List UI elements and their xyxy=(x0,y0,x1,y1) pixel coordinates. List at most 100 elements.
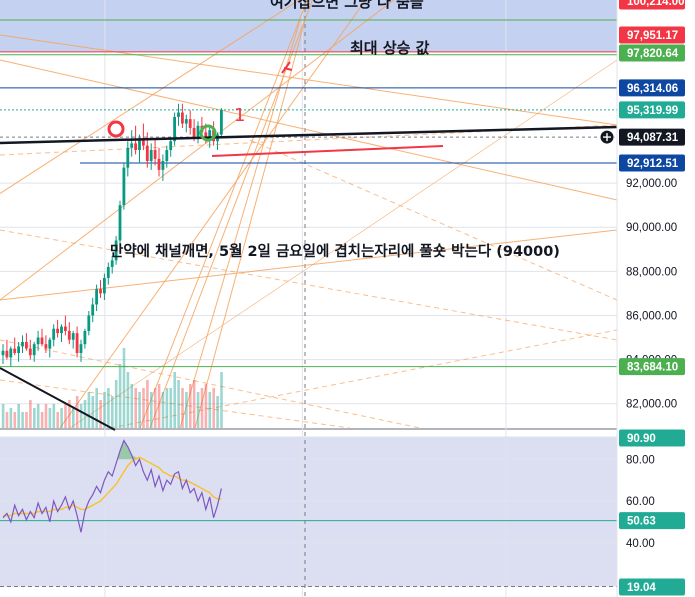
fib-channel-line xyxy=(149,0,313,429)
candle-body xyxy=(110,260,114,267)
rsi-badge-label: 50.63 xyxy=(627,516,656,528)
volume-bar xyxy=(95,388,98,428)
volume-bar xyxy=(142,388,145,428)
price-badge-label: 92,912.51 xyxy=(627,158,679,170)
price-badge: 97,951.17 xyxy=(619,26,685,44)
candle-body xyxy=(5,350,9,358)
candle-body xyxy=(188,119,192,128)
trading-chart: 1 82,000.0084,000.0086,000.0088,000.0090… xyxy=(0,0,695,597)
candle-body xyxy=(161,161,165,170)
volume-bar xyxy=(13,412,17,428)
candle-body xyxy=(25,341,28,349)
volume-bar xyxy=(64,404,67,428)
candle-body xyxy=(48,339,52,349)
price-tick-label: 82,000.00 xyxy=(626,399,677,411)
candle-body xyxy=(220,109,223,135)
volume-bar xyxy=(122,348,126,428)
price-badge-label: 97,951.17 xyxy=(627,30,678,42)
candle-body xyxy=(157,158,161,170)
volume-bar xyxy=(161,392,165,428)
trend-line xyxy=(0,125,618,145)
candle-body xyxy=(134,143,137,151)
price-badge-label: 100,214.00 xyxy=(627,0,685,8)
annotation-top-note: 여기잡으면 그냥 다 줌을 xyxy=(270,0,424,11)
candle-body xyxy=(83,330,87,345)
pane-separator xyxy=(0,428,617,430)
volume-bar xyxy=(118,364,122,428)
candle-body xyxy=(9,348,13,358)
volume-bar xyxy=(29,400,32,428)
volume-bar xyxy=(17,404,20,428)
volume-bar xyxy=(21,412,24,428)
rsi-badge-label: 90.90 xyxy=(627,433,656,445)
candle-body xyxy=(75,333,79,353)
candle-body xyxy=(177,112,180,117)
volume-bar xyxy=(1,404,5,428)
candle-body xyxy=(196,125,200,137)
volume-bar xyxy=(208,392,212,428)
volume-bar xyxy=(216,396,219,428)
candle-body xyxy=(36,337,40,345)
volume-bar xyxy=(220,372,223,428)
volume-bar xyxy=(165,388,169,428)
candle-body xyxy=(87,315,91,331)
volume-bar xyxy=(44,404,48,428)
volume-bar xyxy=(36,404,40,428)
price-tick-label: 86,000.00 xyxy=(626,310,677,322)
volume-bar xyxy=(103,392,106,428)
candle-body xyxy=(21,341,24,347)
volume-bar xyxy=(196,392,200,428)
candle-body xyxy=(165,150,169,162)
red-channel-line xyxy=(211,145,444,157)
candle-body xyxy=(52,328,56,340)
candle-body xyxy=(122,167,126,206)
price-badge: 83,684.10 xyxy=(619,358,685,376)
volume-bar xyxy=(192,380,196,428)
rsi-tick-label: 60.00 xyxy=(626,496,655,508)
price-badge: 96,314.06 xyxy=(619,79,685,97)
price-badge: 95,319.99 xyxy=(619,101,685,119)
candle-body xyxy=(192,127,196,137)
volume-bar xyxy=(79,404,83,428)
volume-bar xyxy=(189,384,192,428)
marker-one-label: 1 xyxy=(234,105,245,126)
candle-body xyxy=(184,119,188,124)
price-badge-label: 97,820.64 xyxy=(627,48,679,60)
volume-bar xyxy=(185,392,188,428)
rsi-badge: 50.63 xyxy=(619,512,685,530)
price-tick-label: 92,000.00 xyxy=(626,178,677,190)
volume-bar xyxy=(146,380,149,428)
candle-body xyxy=(103,277,106,294)
volume-bar xyxy=(107,388,110,428)
volume-bar xyxy=(60,408,63,428)
candle-body xyxy=(64,326,67,331)
candle-body xyxy=(17,346,20,353)
volume-bar xyxy=(150,392,153,428)
rsi-badge: 90.90 xyxy=(619,429,685,447)
volume-bar xyxy=(111,396,114,428)
volume-bar xyxy=(75,396,79,428)
volume-bar xyxy=(9,408,13,428)
volume-bar xyxy=(5,412,9,428)
volume-bar xyxy=(91,396,95,428)
candle-body xyxy=(126,147,130,168)
price-badge: 92,912.51 xyxy=(619,154,685,172)
candle-body xyxy=(56,328,59,334)
candle-body xyxy=(106,266,110,278)
candle-body xyxy=(71,333,75,340)
chart-stage: 1 82,000.0084,000.0086,000.0088,000.0090… xyxy=(0,0,695,597)
candle-body xyxy=(130,143,134,148)
volume-bar xyxy=(40,412,44,428)
candle-body xyxy=(149,150,153,162)
volume-bar xyxy=(138,392,141,428)
price-badge-label: 94,087.31 xyxy=(627,132,679,144)
candle-body xyxy=(60,326,63,334)
crosshair-plus-icon xyxy=(599,129,615,145)
volume-bar xyxy=(134,388,137,428)
price-badge: 97,820.64 xyxy=(619,44,685,62)
candle-body xyxy=(32,344,36,356)
volume-bar xyxy=(87,392,91,428)
price-badge: 94,087.31 xyxy=(619,128,685,146)
rsi-badge-label: 19.04 xyxy=(627,582,656,594)
fib-channel-line xyxy=(59,0,367,429)
